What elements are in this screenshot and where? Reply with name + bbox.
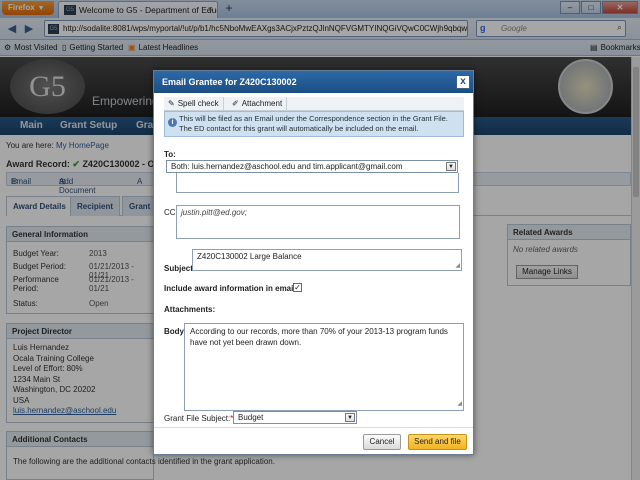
to-select[interactable]: Both: luis.hernandez@aschool.edu and tim… xyxy=(166,160,458,173)
info-line-1: This will be filed as an Email under the… xyxy=(179,114,448,123)
chevron-down-icon: ▼ xyxy=(345,413,355,422)
spell-check-icon: ✎ xyxy=(168,99,175,108)
send-and-file-button[interactable]: Send and file xyxy=(408,434,467,450)
grant-file-subject-text: Grant File Subject: xyxy=(164,414,231,423)
editor-toolbar: ✎ Spell check ✐ Attachment xyxy=(164,97,464,111)
dialog-title-text: Email Grantee for Z420C130002 xyxy=(162,77,297,87)
cc-value: justin.pitt@ed.gov; xyxy=(181,208,247,217)
grant-file-subject-select[interactable]: Budget ▼ xyxy=(233,411,357,424)
email-grantee-dialog: Email Grantee for Z420C130002 x ✎ Spell c… xyxy=(153,70,474,455)
cc-field[interactable]: justin.pitt@ed.gov; xyxy=(176,205,460,239)
dialog-footer: Cancel Send and file xyxy=(154,427,473,455)
chevron-down-icon: ▼ xyxy=(446,162,456,171)
spell-check-button[interactable]: ✎ Spell check xyxy=(164,97,224,111)
dialog-close-button[interactable]: x xyxy=(456,75,470,89)
paperclip-icon: ✐ xyxy=(232,99,239,108)
to-extra-field[interactable] xyxy=(176,173,459,193)
include-award-label: Include award information in email: xyxy=(164,284,299,293)
grant-file-subject-value: Budget xyxy=(238,413,264,422)
subject-label: Subject: xyxy=(164,264,196,273)
attachment-label: Attachment xyxy=(241,99,283,108)
include-award-checkbox[interactable]: ✓ xyxy=(293,283,302,292)
body-value: According to our records, more than 70% … xyxy=(190,327,448,347)
attachments-label: Attachments: xyxy=(164,305,216,314)
to-label: To: xyxy=(164,150,176,159)
body-textarea[interactable]: According to our records, more than 70% … xyxy=(184,323,464,411)
to-select-value: Both: luis.hernandez@aschool.edu and tim… xyxy=(171,162,403,171)
grant-file-subject-label: Grant File Subject:* xyxy=(164,414,233,423)
info-message: i This will be filed as an Email under t… xyxy=(164,111,464,137)
resize-grip-icon[interactable]: ◢ xyxy=(455,262,460,269)
subject-value: Z420C130002 Large Balance xyxy=(197,252,302,261)
cancel-button[interactable]: Cancel xyxy=(363,434,401,450)
resize-grip-icon[interactable]: ◢ xyxy=(457,399,462,410)
spell-check-label: Spell check xyxy=(177,99,219,108)
attachment-button[interactable]: ✐ Attachment xyxy=(228,97,288,111)
dialog-title: Email Grantee for Z420C130002 xyxy=(154,71,473,93)
info-icon: i xyxy=(168,118,177,127)
info-line-2: The ED contact for this grant will autom… xyxy=(179,124,419,133)
subject-field[interactable]: Z420C130002 Large Balance ◢ xyxy=(192,249,462,271)
